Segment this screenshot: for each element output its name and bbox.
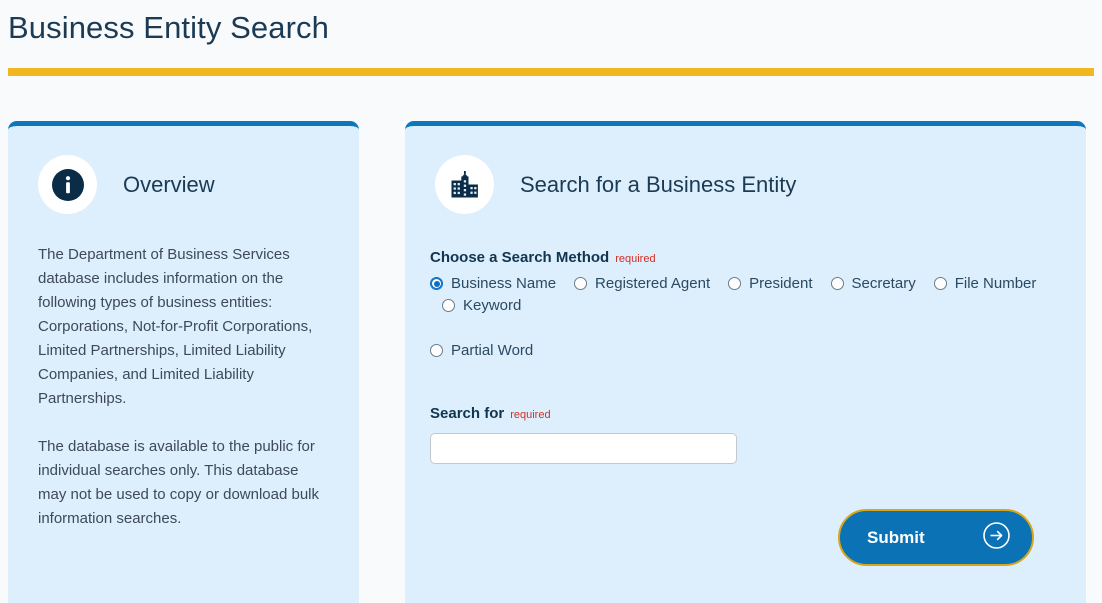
radio-label: File Number [954,275,1037,292]
submit-row: Submit [430,509,1056,566]
partial-word-radio-group: Partial Word [430,342,1056,359]
search-form: Choose a Search Method required Business… [405,214,1086,566]
radio-option-president[interactable]: President [728,275,813,292]
overview-card-body: The Department of Business Services data… [8,214,359,531]
search-card-header: Search for a Business Entity [405,126,1086,214]
search-for-required-tag: required [510,409,551,421]
search-card-title: Search for a Business Entity [520,171,797,197]
search-input[interactable] [430,433,737,464]
radio-option-file-number[interactable]: File Number [933,275,1037,292]
radio-mark[interactable] [574,277,588,290]
overview-card-header: Overview [8,126,359,214]
search-method-radio-group: Business Name Registered Agent President… [430,275,1056,314]
radio-option-keyword[interactable]: Keyword [442,297,521,314]
header-accent-bar [8,68,1094,76]
radio-label: Business Name [451,275,557,292]
building-icon [435,155,494,214]
radio-label: Registered Agent [595,275,711,292]
radio-option-partial-word[interactable]: Partial Word [430,342,1056,359]
radio-label: Keyword [463,297,522,314]
radio-option-registered-agent[interactable]: Registered Agent [574,275,710,292]
page-title: Business Entity Search [8,10,329,45]
radio-label: Partial Word [451,342,534,359]
radio-option-business-name[interactable]: Business Name [430,275,556,292]
radio-mark[interactable] [933,277,947,290]
page-root: Business Entity Search Overview The Depa… [0,0,1102,603]
arrow-right-circle-icon [982,521,1011,555]
radio-mark[interactable] [728,277,742,290]
overview-card-title: Overview [123,171,215,197]
info-icon [38,155,97,214]
radio-option-secretary[interactable]: Secretary [830,275,916,292]
radio-label: President [749,275,813,292]
search-method-label: Choose a Search Method required [430,249,1056,266]
search-card: Search for a Business Entity Choose a Se… [405,121,1086,603]
radio-mark[interactable] [442,299,455,312]
radio-mark[interactable] [830,277,844,290]
submit-button[interactable]: Submit [838,509,1034,566]
search-for-label-text: Search for [430,405,505,422]
search-method-label-text: Choose a Search Method [430,249,610,266]
overview-paragraph: The Department of Business Services data… [38,246,313,407]
overview-card: Overview The Department of Business Serv… [8,121,359,603]
search-for-label: Search for required [430,405,1056,422]
radio-mark[interactable] [430,344,443,357]
radio-label: Secretary [851,275,916,292]
submit-button-label: Submit [867,527,925,547]
search-for-block: Search for required [430,405,1056,464]
radio-mark[interactable] [430,277,443,290]
overview-paragraph: The database is available to the public … [38,438,320,527]
search-method-required-tag: required [615,253,656,265]
